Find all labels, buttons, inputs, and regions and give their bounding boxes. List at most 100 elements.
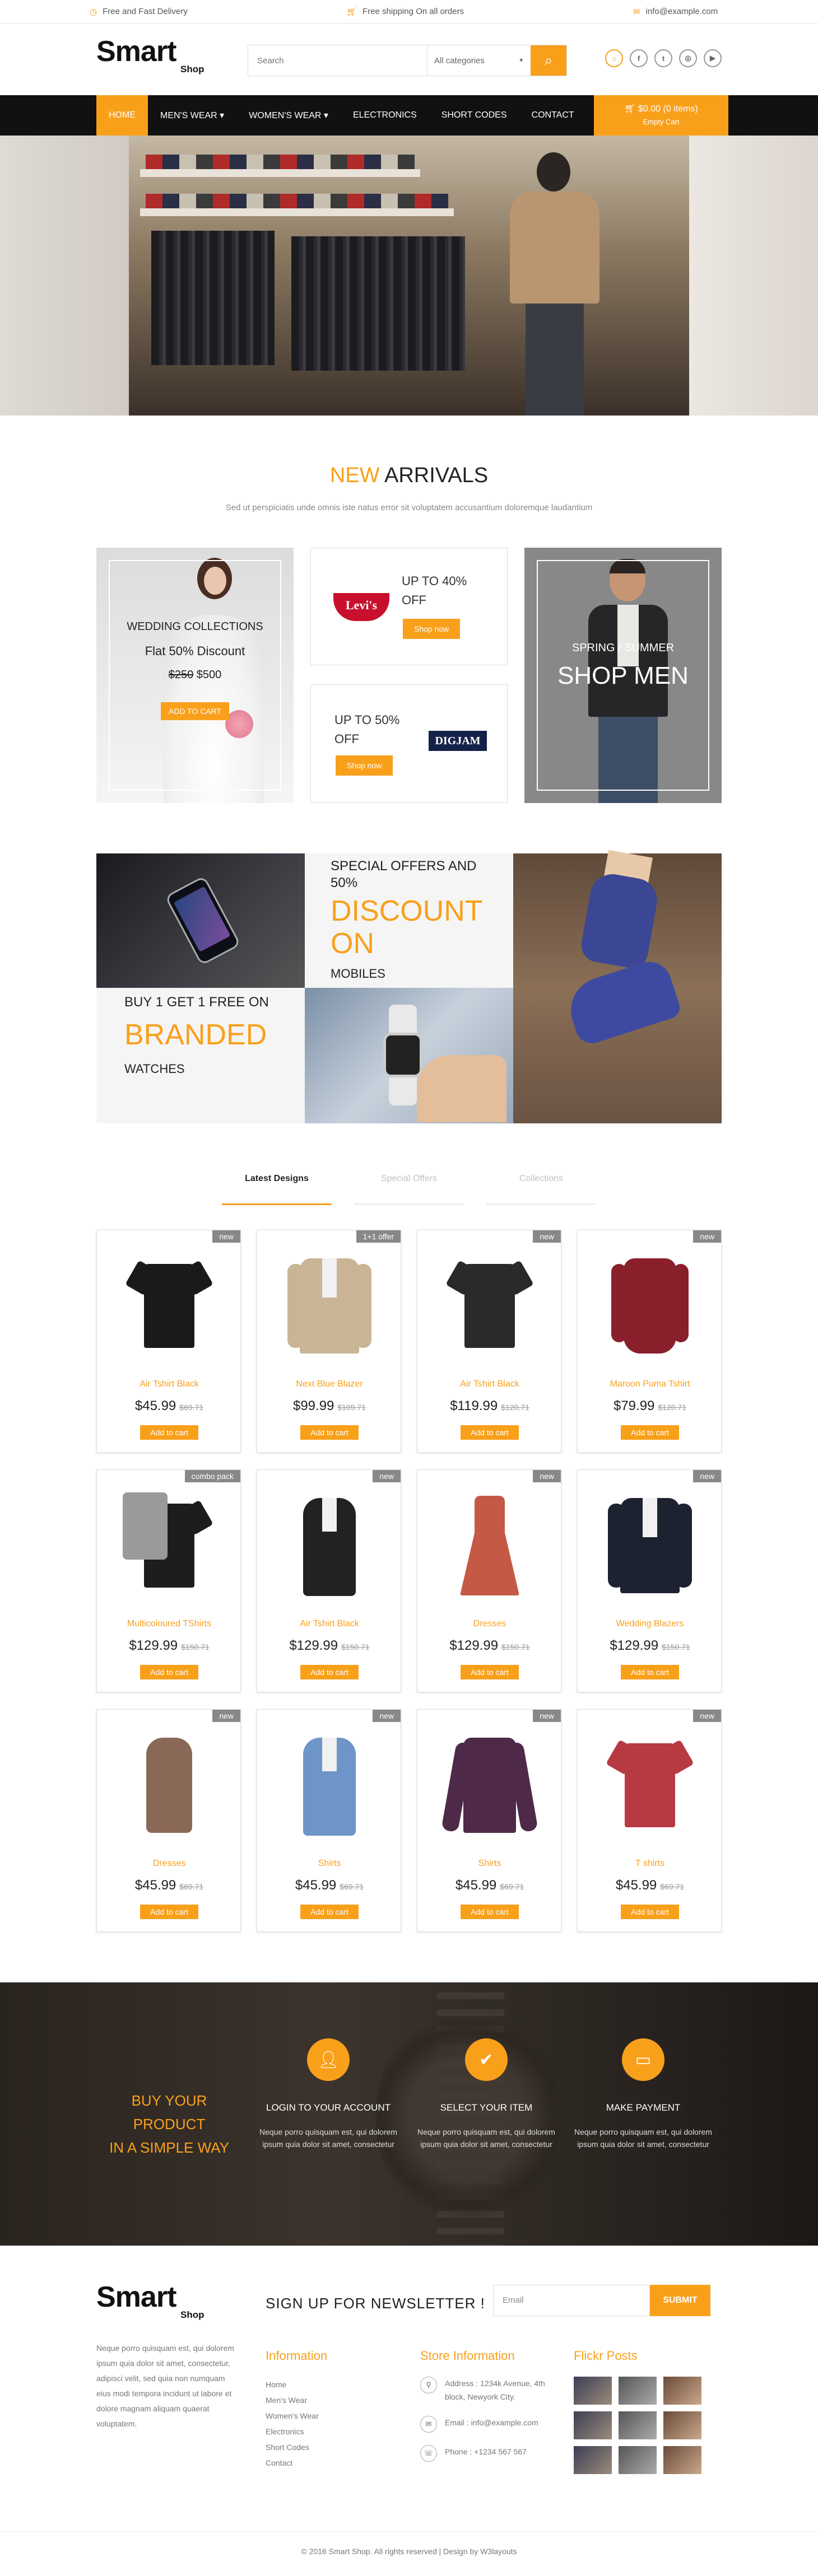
dribbble-icon[interactable]: ◎	[679, 49, 697, 67]
product-card[interactable]: new Air Tshirt Black $129.99 $150.71 Add …	[257, 1469, 401, 1692]
product-image[interactable]	[608, 1492, 692, 1599]
newsletter-email-input[interactable]: Email	[493, 2285, 650, 2316]
product-image[interactable]	[127, 1732, 211, 1838]
product-image[interactable]	[125, 1253, 213, 1359]
wedding-collection-card[interactable]: WEDDING COLLECTIONS Flat 50% Discount $2…	[96, 548, 294, 803]
add-to-cart-button[interactable]: Add to cart	[621, 1425, 679, 1440]
flickr-thumbnail[interactable]	[619, 2411, 657, 2439]
footer-link[interactable]: Short Codes	[266, 2439, 327, 2455]
product-image[interactable]	[608, 1253, 692, 1359]
product-card[interactable]: new Air Tshirt Black $119.99 $120.71 Add …	[417, 1230, 561, 1453]
product-name[interactable]: Multicoloured TShirts	[97, 1619, 241, 1629]
product-card[interactable]: new Dresses $45.99 $69.71 Add to cart	[96, 1709, 241, 1932]
watch-offer-panel[interactable]: BUY 1 GET 1 FREE ON BRANDED WATCHES	[96, 988, 305, 1123]
product-image[interactable]	[287, 1253, 371, 1359]
nav-item-4[interactable]: SHORT CODES	[429, 95, 519, 136]
flickr-thumbnail[interactable]	[574, 2377, 612, 2405]
product-name[interactable]: T shirts	[578, 1859, 722, 1869]
add-to-cart-button[interactable]: Add to cart	[461, 1425, 519, 1440]
smartwatch-image[interactable]	[305, 988, 513, 1123]
add-to-cart-button[interactable]: Add to cart	[140, 1425, 198, 1440]
product-name[interactable]: Air Tshirt Black	[97, 1379, 241, 1389]
add-to-cart-button[interactable]: Add to cart	[461, 1665, 519, 1679]
email-info[interactable]: ✉ info@example.com	[633, 7, 718, 17]
wedding-add-to-cart-button[interactable]: ADD TO CART	[160, 702, 230, 720]
product-name[interactable]: Maroon Puma Tshirt	[578, 1379, 722, 1389]
nav-item-5[interactable]: CONTACT	[519, 95, 587, 136]
flickr-thumbnail[interactable]	[574, 2411, 612, 2439]
footer-link[interactable]: Home	[266, 2377, 327, 2392]
nav-item-2[interactable]: WOMEN'S WEAR ▾	[236, 95, 341, 136]
shop-icon[interactable]: ⌂	[605, 49, 623, 67]
flickr-thumbnail[interactable]	[574, 2446, 612, 2474]
product-image[interactable]	[287, 1492, 371, 1599]
product-card[interactable]: new T shirts $45.99 $69.71 Add to cart	[577, 1709, 722, 1932]
search-button[interactable]: ⌕	[531, 45, 566, 76]
tab-0[interactable]: Latest Designs	[222, 1165, 332, 1205]
footer-link[interactable]: Contact	[266, 2455, 327, 2471]
nav-item-0[interactable]: HOME	[96, 95, 148, 136]
product-name[interactable]: Wedding Blazers	[578, 1619, 722, 1629]
tab-2[interactable]: Collections	[486, 1165, 596, 1205]
product-image[interactable]	[123, 1492, 213, 1599]
footer-email[interactable]: Email : info@example.com	[445, 2416, 538, 2429]
shop-men-card[interactable]: SPRING / SUMMER SHOP MEN	[524, 548, 722, 803]
product-image[interactable]	[448, 1492, 532, 1599]
add-to-cart-button[interactable]: Add to cart	[461, 1905, 519, 1919]
mobile-image[interactable]	[96, 853, 305, 988]
product-card[interactable]: new Air Tshirt Black $45.99 $69.71 Add to…	[96, 1230, 241, 1453]
add-to-cart-button[interactable]: Add to cart	[140, 1665, 198, 1679]
add-to-cart-button[interactable]: Add to cart	[140, 1905, 198, 1919]
twitter-icon[interactable]: t	[654, 49, 672, 67]
product-card[interactable]: new Maroon Puma Tshirt $79.99 $120.71 Add…	[577, 1230, 722, 1453]
flickr-thumbnail[interactable]	[619, 2377, 657, 2405]
mobile-offer-panel[interactable]: SPECIAL OFFERS AND 50% DISCOUNT ON MOBIL…	[305, 853, 513, 988]
cart-button[interactable]: 🛒︎ $0.00 (0 items) Empty Cart	[594, 95, 728, 136]
footer-link[interactable]: Men's Wear	[266, 2392, 327, 2408]
product-name[interactable]: Air Tshirt Black	[257, 1619, 402, 1629]
search-input[interactable]	[248, 45, 427, 76]
product-card[interactable]: new Dresses $129.99 $150.71 Add to cart	[417, 1469, 561, 1692]
product-card[interactable]: combo pack Multicoloured TShirts $129.99…	[96, 1469, 241, 1692]
add-to-cart-button[interactable]: Add to cart	[621, 1905, 679, 1919]
flickr-thumbnail[interactable]	[663, 2377, 701, 2405]
add-to-cart-button[interactable]: Add to cart	[300, 1665, 359, 1679]
product-image[interactable]	[445, 1253, 534, 1359]
add-to-cart-button[interactable]: Add to cart	[300, 1905, 359, 1919]
nav-item-1[interactable]: MEN'S WEAR ▾	[148, 95, 236, 136]
footer-link[interactable]: Electronics	[266, 2424, 327, 2439]
youtube-icon[interactable]: ▶	[704, 49, 722, 67]
product-image[interactable]	[441, 1732, 538, 1838]
product-name[interactable]: Shirts	[257, 1859, 402, 1869]
flickr-thumbnail[interactable]	[663, 2446, 701, 2474]
logo[interactable]: Smart Shop	[96, 37, 204, 80]
email-text[interactable]: info@example.com	[646, 7, 718, 16]
product-card[interactable]: 1+1 offer Next Blue Blazer $99.99 $109.71…	[257, 1230, 401, 1453]
levis-offer-card[interactable]: Levi's UP TO 40% OFF Shop now	[310, 548, 508, 665]
product-name[interactable]: Next Blue Blazer	[257, 1379, 402, 1389]
product-name[interactable]: Dresses	[97, 1859, 241, 1869]
facebook-icon[interactable]: f	[630, 49, 648, 67]
add-to-cart-button[interactable]: Add to cart	[621, 1665, 679, 1679]
product-image[interactable]	[606, 1732, 694, 1838]
flickr-thumbnail[interactable]	[663, 2411, 701, 2439]
category-select[interactable]: All categories ▼	[426, 45, 531, 76]
product-name[interactable]: Air Tshirt Black	[417, 1379, 562, 1389]
levis-shop-now-button[interactable]: Shop now	[403, 619, 461, 639]
add-to-cart-button[interactable]: Add to cart	[300, 1425, 359, 1440]
product-card[interactable]: new Shirts $45.99 $69.71 Add to cart	[257, 1709, 401, 1932]
footer-link[interactable]: Women's Wear	[266, 2408, 327, 2424]
newsletter-submit-button[interactable]: SUBMIT	[650, 2285, 710, 2316]
flickr-thumbnail[interactable]	[619, 2446, 657, 2474]
product-card[interactable]: new Shirts $45.99 $69.71 Add to cart	[417, 1709, 561, 1932]
nav-item-3[interactable]: ELECTRONICS	[341, 95, 429, 136]
tab-1[interactable]: Special Offers	[354, 1165, 464, 1205]
product-image[interactable]	[287, 1732, 371, 1838]
footer-logo[interactable]: Smart Shop	[96, 2283, 204, 2321]
product-name[interactable]: Shirts	[417, 1859, 562, 1869]
sneakers-image[interactable]	[513, 850, 722, 1123]
product-name[interactable]: Dresses	[417, 1619, 562, 1629]
digjam-offer-card[interactable]: UP TO 50% OFF DIGJAM Shop now	[310, 684, 508, 803]
digjam-shop-now-button[interactable]: Shop now	[336, 755, 393, 776]
product-card[interactable]: new Wedding Blazers $129.99 $150.71 Add t…	[577, 1469, 722, 1692]
